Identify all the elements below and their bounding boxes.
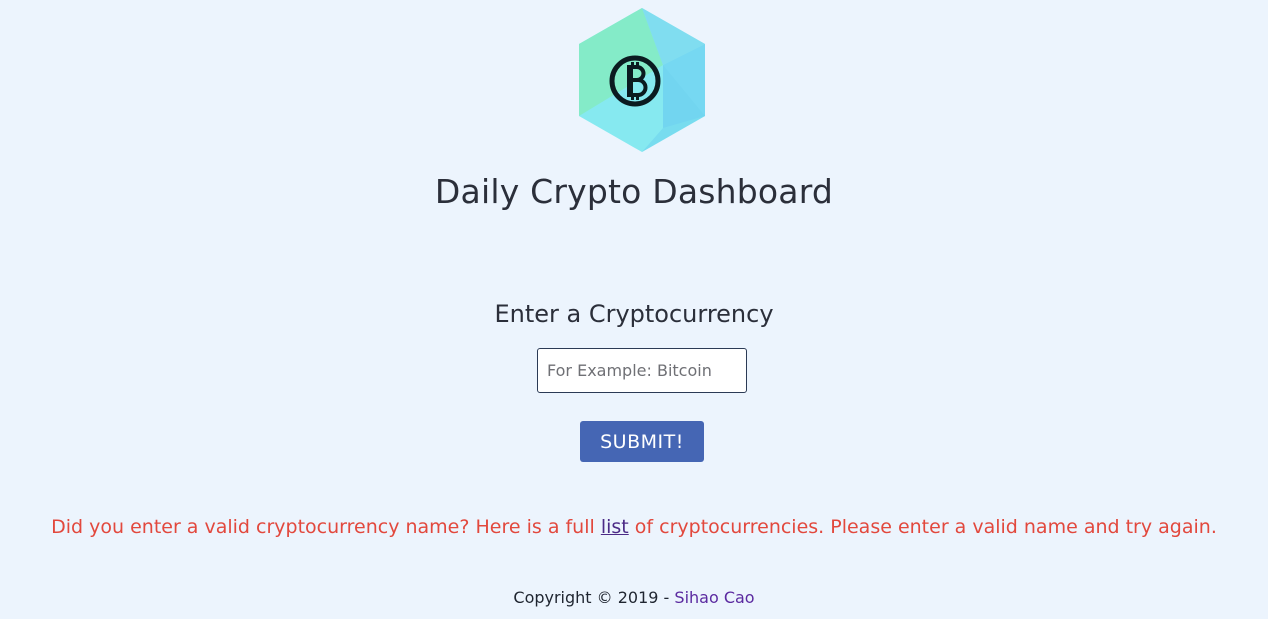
crypto-prompt-label: Enter a Cryptocurrency: [494, 300, 774, 328]
error-text-before: Did you enter a valid cryptocurrency nam…: [51, 516, 601, 538]
hexagon-logo-graphic: [579, 8, 705, 152]
error-text-after: of cryptocurrencies. Please enter a vali…: [628, 516, 1217, 538]
bitcoin-logo-icon: [577, 7, 707, 153]
submit-button[interactable]: SUBMIT!: [580, 421, 704, 462]
crypto-search-input[interactable]: [537, 348, 747, 393]
author-name: Sihao Cao: [674, 588, 755, 607]
copyright-text: Copyright © 2019 -: [513, 588, 675, 607]
error-message: Did you enter a valid cryptocurrency nam…: [0, 516, 1268, 538]
footer: Copyright © 2019 - Sihao Cao: [0, 588, 1268, 607]
crypto-list-link[interactable]: list: [601, 516, 629, 538]
page-title: Daily Crypto Dashboard: [434, 172, 834, 211]
